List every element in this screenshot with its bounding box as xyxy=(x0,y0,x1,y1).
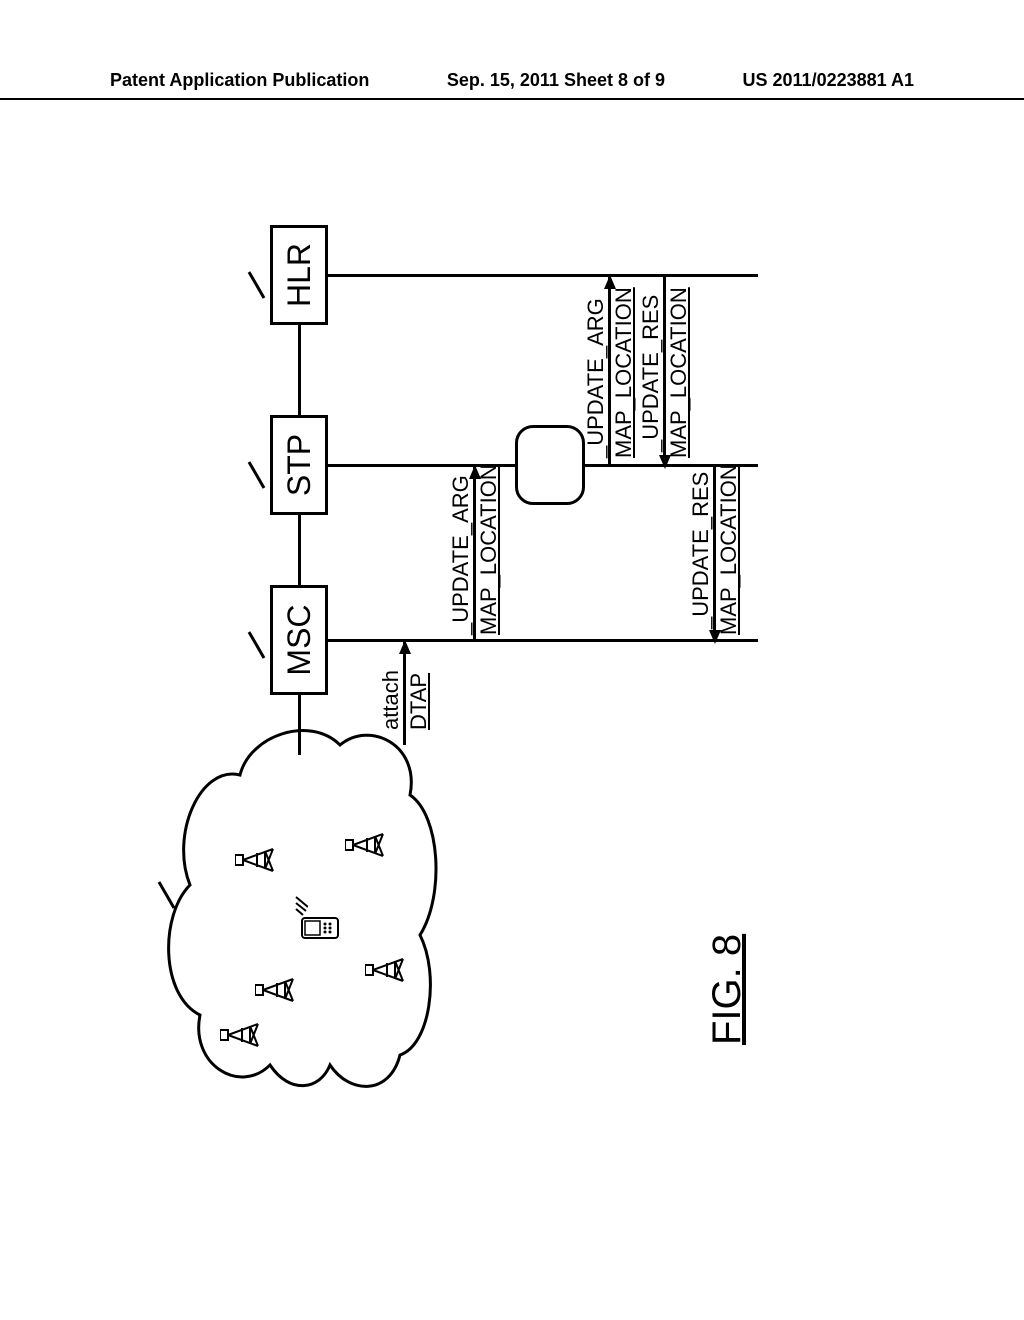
header-center: Sep. 15, 2011 Sheet 8 of 9 xyxy=(447,70,665,98)
signal-icon xyxy=(288,887,308,917)
msc-label: MSC xyxy=(281,604,318,675)
msg-update-arg-2-label: _UPDATE_ARG xyxy=(583,298,609,458)
figure-label: FIG. 8 xyxy=(705,934,750,1045)
msg-map-loc-3-label: MAP_LOCATION xyxy=(666,287,692,458)
stp-label: STP xyxy=(281,434,318,496)
tower-icon xyxy=(235,845,275,875)
msg-map-loc-4-label: MAP_LOCATION xyxy=(716,464,742,635)
lifeline-hlr xyxy=(328,274,758,277)
tower-icon xyxy=(220,1020,260,1050)
header-right: US 2011/0223881 A1 xyxy=(743,70,914,98)
hlr-node: HLR xyxy=(270,225,328,325)
msg-update-arg-1-label: _UPDATE_ARG xyxy=(448,475,474,635)
msg-update-res-1-label: _UPDATE_RES xyxy=(638,295,664,452)
tower-icon xyxy=(345,830,385,860)
msc-lead xyxy=(248,631,266,658)
tower-icon xyxy=(365,955,405,985)
msg-map-loc-2-label: MAP_LOCATION xyxy=(611,287,637,458)
arrowhead-icon xyxy=(399,640,411,654)
connector xyxy=(298,515,301,585)
hlr-lead xyxy=(248,271,266,298)
connector xyxy=(298,695,301,755)
phone-icon xyxy=(300,916,340,940)
msg-attach-label: attach xyxy=(378,670,404,730)
msg-map-loc-1-label: MAP_LOCATION xyxy=(476,464,502,635)
stp-node: STP xyxy=(270,415,328,515)
msg-dtap-label: DTAP xyxy=(406,673,432,730)
lifeline-msc xyxy=(328,639,758,642)
stp-process xyxy=(515,425,585,505)
header-left: Patent Application Publication xyxy=(110,70,369,98)
connector xyxy=(298,325,301,415)
hlr-label: HLR xyxy=(281,243,318,307)
tower-icon xyxy=(255,975,295,1005)
msg-update-res-2-label: _UPDATE_RES xyxy=(688,472,714,629)
stp-lead xyxy=(248,461,266,488)
msc-node: MSC xyxy=(270,585,328,695)
diagram-container: MSC STP HLR attach xyxy=(150,195,770,1115)
